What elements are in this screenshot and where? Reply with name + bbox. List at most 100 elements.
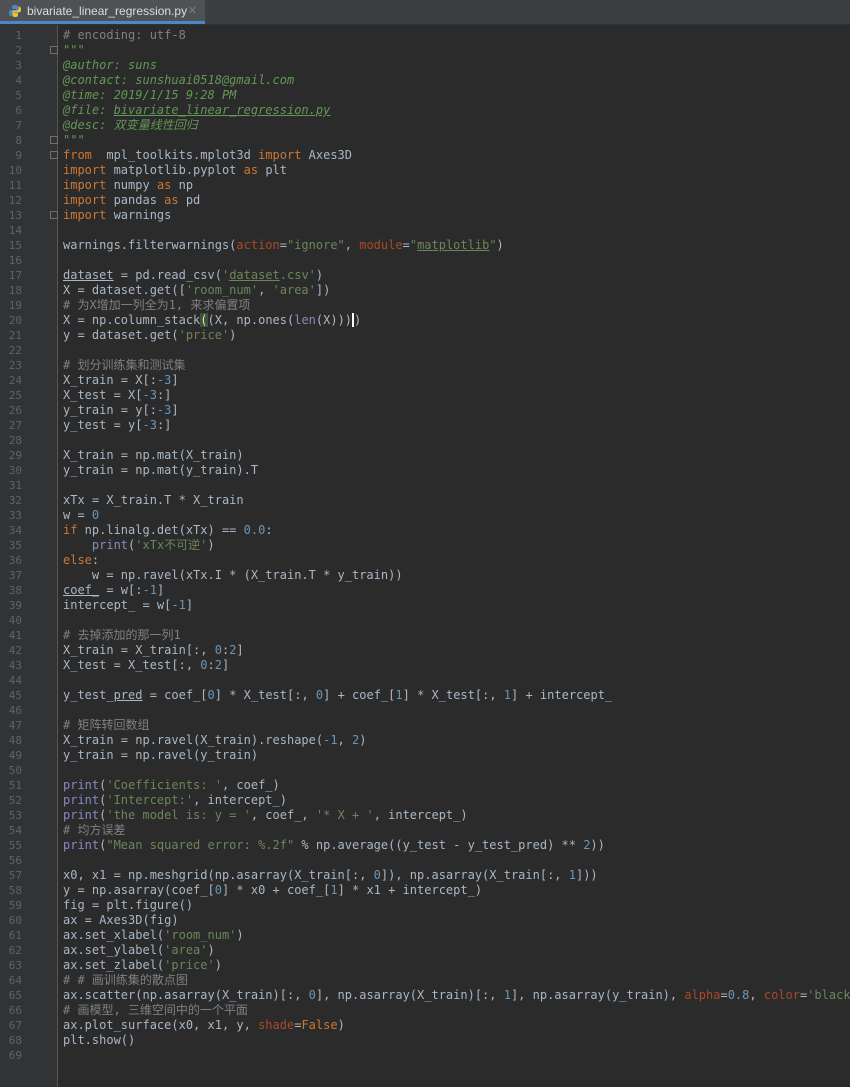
code-token: import	[63, 178, 107, 192]
code-line[interactable]: 44	[0, 673, 850, 688]
code-line[interactable]: 67 ax.plot_surface(x0, x1, y, shade=False…	[0, 1018, 850, 1033]
code-token: )	[352, 313, 362, 327]
code-line[interactable]: 28	[0, 433, 850, 448]
code-text: y_train = np.ravel(y_train)	[63, 748, 258, 763]
code-line[interactable]: 2 """	[0, 43, 850, 58]
code-line[interactable]: 20 X = np.column_stack((X, np.ones(len(X)…	[0, 313, 850, 328]
code-line[interactable]: 17 dataset = pd.read_csv('dataset.csv')	[0, 268, 850, 283]
code-line[interactable]: 11 import numpy as np	[0, 178, 850, 193]
code-line[interactable]: 51 print('Coefficients: ', coef_)	[0, 778, 850, 793]
line-number: 21	[8, 329, 22, 342]
code-line[interactable]: 42 X_train = X_train[:, 0:2]	[0, 643, 850, 658]
code-line[interactable]: 61 ax.set_xlabel('room_num')	[0, 928, 850, 943]
code-line[interactable]: 34 if np.linalg.det(xTx) == 0.0:	[0, 523, 850, 538]
fold-marker-icon[interactable]	[50, 136, 58, 144]
tab-bivariate-linear-regression[interactable]: bivariate_linear_regression.py ✕	[0, 0, 205, 24]
code-editor[interactable]: 1 # encoding: utf-8 2 """ 3 @author: suns 4 @co…	[0, 25, 850, 1087]
code-text: coef_ = w[:-1]	[63, 583, 164, 598]
code-line[interactable]: 33 w = 0	[0, 508, 850, 523]
code-token: 2	[214, 658, 222, 672]
code-line[interactable]: 30 y_train = np.mat(y_train).T	[0, 463, 850, 478]
code-token: X_test = X_test[:,	[63, 658, 201, 672]
code-text: y_train = y[:-3]	[63, 403, 179, 418]
code-token: )	[359, 733, 367, 747]
code-line[interactable]: 48 X_train = np.ravel(X_train).reshape(-1…	[0, 733, 850, 748]
code-line[interactable]: 10 import matplotlib.pyplot as plt	[0, 163, 850, 178]
code-line[interactable]: 63 ax.set_zlabel('price')	[0, 958, 850, 973]
code-line[interactable]: 35 print('xTx不可逆')	[0, 538, 850, 553]
code-line[interactable]: 45 y_test_pred = coef_[0] * X_test[:, 0] …	[0, 688, 850, 703]
code-line[interactable]: 18 X = dataset.get(['room_num', 'area'])	[0, 283, 850, 298]
code-line[interactable]: 68 plt.show()	[0, 1033, 850, 1048]
code-line[interactable]: 64 # # 画训练集的散点图	[0, 973, 850, 988]
code-line[interactable]: 36 else:	[0, 553, 850, 568]
code-token: ]	[221, 658, 230, 672]
code-line[interactable]: 19 # 为X增加一列全为1, 来求偏置项	[0, 298, 850, 313]
code-text: # encoding: utf-8	[63, 28, 186, 43]
code-line[interactable]: 12 import pandas as pd	[0, 193, 850, 208]
code-line[interactable]: 53 print('the model is: y = ', coef_, '* …	[0, 808, 850, 823]
code-line[interactable]: 5 @time: 2019/1/15 9:28 PM	[0, 88, 850, 103]
code-line[interactable]: 3 @author: suns	[0, 58, 850, 73]
code-line[interactable]: 37 w = np.ravel(xTx.I * (X_train.T * y_t…	[0, 568, 850, 583]
code-line[interactable]: 31	[0, 478, 850, 493]
code-line[interactable]: 32 xTx = X_train.T * X_train	[0, 493, 850, 508]
code-text: ax.plot_surface(x0, x1, y, shade=False)	[63, 1018, 345, 1033]
code-line[interactable]: 14	[0, 223, 850, 238]
code-line[interactable]: 26 y_train = y[:-3]	[0, 403, 850, 418]
code-token: 0	[308, 988, 316, 1002]
code-token: 0.0	[243, 523, 266, 537]
code-line[interactable]: 21 y = dataset.get('price')	[0, 328, 850, 343]
code-line[interactable]: 25 X_test = X[-3:]	[0, 388, 850, 403]
fold-marker-icon[interactable]	[50, 211, 58, 219]
code-line[interactable]: 39 intercept_ = w[-1]	[0, 598, 850, 613]
code-line[interactable]: 23 # 划分训练集和测试集	[0, 358, 850, 373]
code-line[interactable]: 40	[0, 613, 850, 628]
code-line[interactable]: 56	[0, 853, 850, 868]
code-line[interactable]: 6 @file: bivariate_linear_regression.py	[0, 103, 850, 118]
code-text: w = np.ravel(xTx.I * (X_train.T * y_trai…	[63, 568, 403, 583]
code-line[interactable]: 7 @desc: 双变量线性回归	[0, 118, 850, 133]
code-line[interactable]: 57 x0, x1 = np.meshgrid(np.asarray(X_trai…	[0, 868, 850, 883]
fold-marker-icon[interactable]	[50, 151, 58, 159]
code-line[interactable]: 69	[0, 1048, 850, 1063]
line-number: 44	[8, 674, 22, 687]
code-line[interactable]: 58 y = np.asarray(coef_[0] * x0 + coef_[1…	[0, 883, 850, 898]
code-line[interactable]: 1 # encoding: utf-8	[0, 28, 850, 43]
code-token: as	[156, 178, 172, 192]
fold-marker-icon[interactable]	[50, 46, 58, 54]
code-line[interactable]: 29 X_train = np.mat(X_train)	[0, 448, 850, 463]
code-line[interactable]: 22	[0, 343, 850, 358]
code-line[interactable]: 54 # 均方误差	[0, 823, 850, 838]
line-number: 19	[8, 299, 22, 312]
code-line[interactable]: 41 # 去掉添加的那一列1	[0, 628, 850, 643]
line-number: 6	[15, 104, 22, 117]
code-line[interactable]: 9 from mpl_toolkits.mplot3d import Axes3D	[0, 148, 850, 163]
code-line[interactable]: 60 ax = Axes3D(fig)	[0, 913, 850, 928]
code-line[interactable]: 47 # 矩阵转回数组	[0, 718, 850, 733]
code-line[interactable]: 55 print("Mean squared error: %.2f" % np.…	[0, 838, 850, 853]
code-line[interactable]: 46	[0, 703, 850, 718]
code-line[interactable]: 65 ax.scatter(np.asarray(X_train)[:, 0], …	[0, 988, 850, 1003]
code-line[interactable]: 38 coef_ = w[:-1]	[0, 583, 850, 598]
code-line[interactable]: 59 fig = plt.figure()	[0, 898, 850, 913]
code-line[interactable]: 52 print('Intercept:', intercept_)	[0, 793, 850, 808]
code-line[interactable]: 4 @contact: sunshuai0518@gmail.com	[0, 73, 850, 88]
close-icon[interactable]: ✕	[188, 4, 197, 17]
code-line[interactable]: 66 # 画模型, 三维空间中的一个平面	[0, 1003, 850, 1018]
code-line[interactable]: 13 import warnings	[0, 208, 850, 223]
code-line[interactable]: 50	[0, 763, 850, 778]
code-text: import warnings	[63, 208, 171, 223]
code-line[interactable]: 15 warnings.filterwarnings(action="ignore…	[0, 238, 850, 253]
code-token: 'room_num'	[185, 283, 259, 297]
code-line[interactable]: 16	[0, 253, 850, 268]
code-line[interactable]: 8 """	[0, 133, 850, 148]
code-line[interactable]: 49 y_train = np.ravel(y_train)	[0, 748, 850, 763]
line-number: 57	[8, 869, 22, 882]
code-line[interactable]: 43 X_test = X_test[:, 0:2]	[0, 658, 850, 673]
code-token: from	[63, 148, 92, 162]
code-line[interactable]: 62 ax.set_ylabel('area')	[0, 943, 850, 958]
code-line[interactable]: 24 X_train = X[:-3]	[0, 373, 850, 388]
code-token: ax.set_xlabel(	[63, 928, 165, 942]
code-line[interactable]: 27 y_test = y[-3:]	[0, 418, 850, 433]
